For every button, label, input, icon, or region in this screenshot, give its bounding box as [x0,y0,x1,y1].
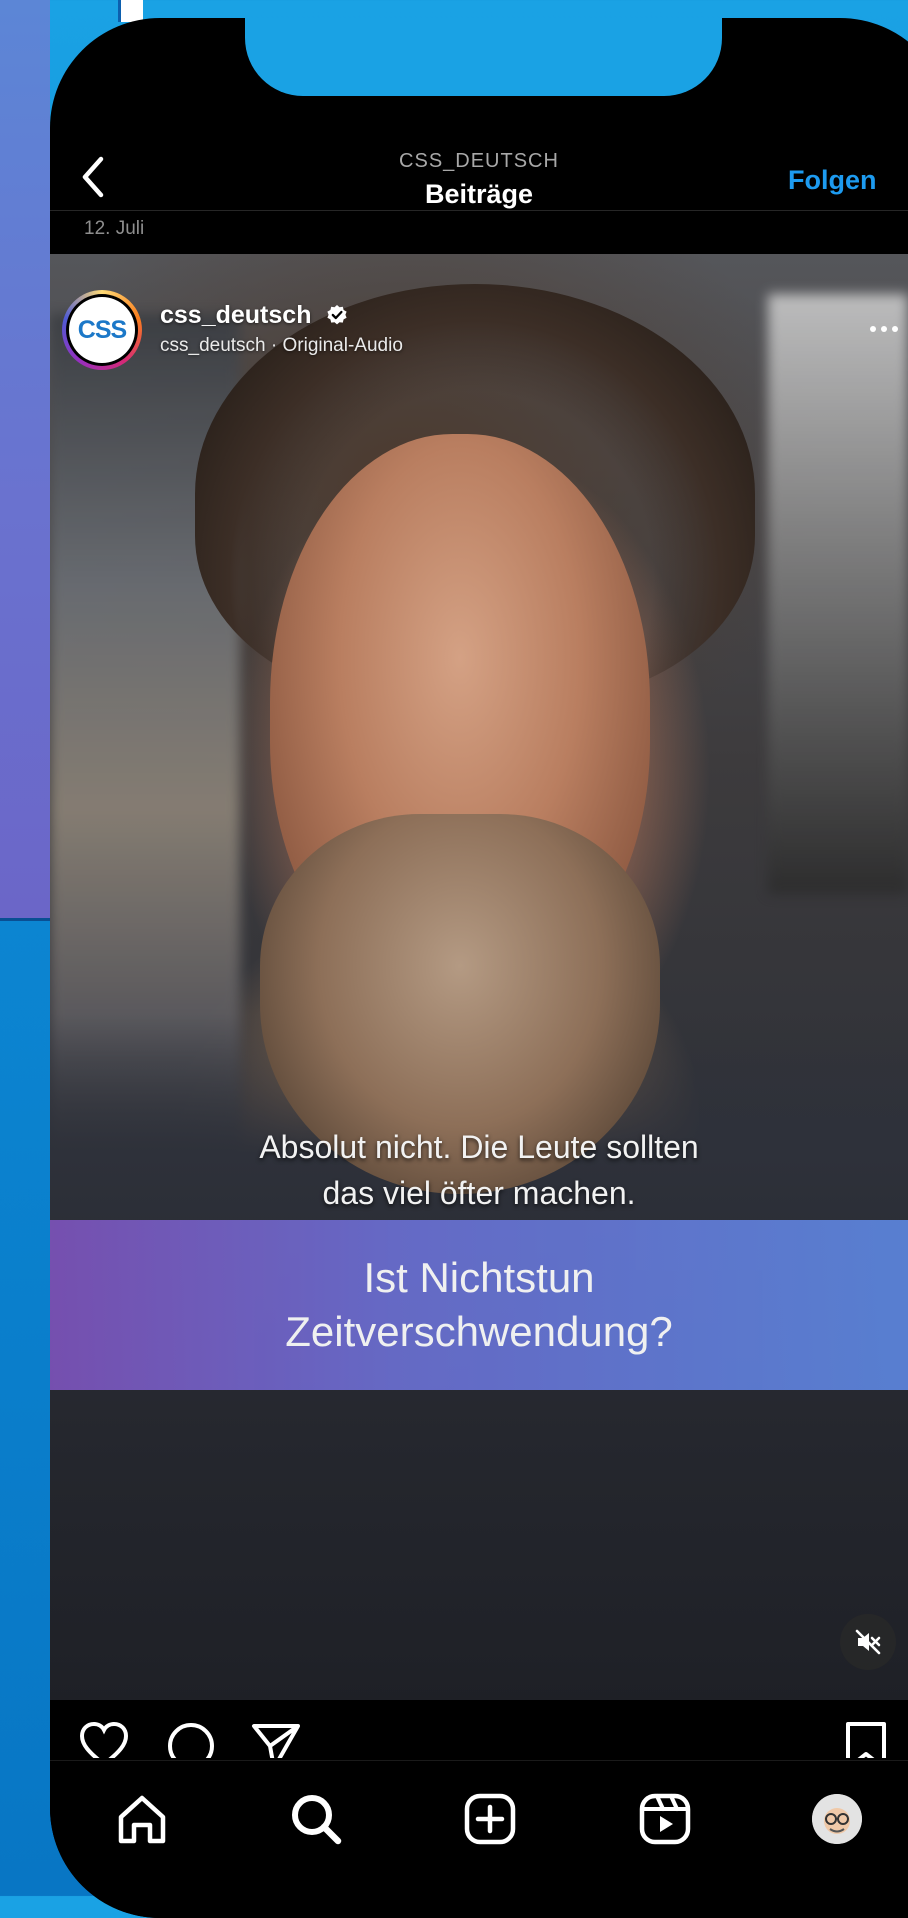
post-username[interactable]: css_deutsch [160,301,311,330]
reels-icon [639,1793,691,1845]
video-subtitle: Absolut nicht. Die Leute sollten das vie… [50,1124,908,1216]
subtitle-line-2: das viel öfter machen. [322,1175,636,1211]
subtitle-line-1: Absolut nicht. Die Leute sollten [259,1129,699,1165]
send-icon[interactable] [250,1720,302,1758]
banner-line-2: Zeitverschwendung? [285,1308,673,1355]
post-video[interactable]: CSS css_deutsch css_deutsch · Original-A… [50,254,908,1700]
nav-reels[interactable] [635,1789,695,1849]
more-options-button[interactable] [864,314,904,344]
post-author-avatar[interactable]: CSS [62,290,142,370]
header-title-block: CSS_DEUTSCH Beiträge [50,150,908,210]
nav-create[interactable] [460,1789,520,1849]
home-icon [118,1795,166,1844]
more-horizontal-icon [870,326,876,332]
memoji-icon [812,1794,862,1844]
create-icon [464,1793,516,1845]
heart-icon[interactable] [78,1720,130,1758]
question-banner: Ist Nichtstun Zeitverschwendung? [50,1220,908,1390]
background-window-edge [118,0,143,22]
bottom-navigation [50,1760,908,1918]
phone-frame: CSS_DEUTSCH Beiträge Folgen 12. Juli CSS… [50,18,908,1918]
nav-search[interactable] [286,1789,346,1849]
volume-muted-icon [855,1629,881,1655]
header-divider [50,210,908,211]
verified-badge-icon [327,305,347,325]
phone-notch [245,18,722,96]
comment-icon[interactable] [165,1720,217,1758]
bookmark-icon[interactable] [840,1720,892,1758]
post-date: 12. Juli [84,218,145,239]
page-title: Beiträge [424,179,534,209]
nav-profile[interactable] [807,1789,867,1849]
mute-toggle-button[interactable] [840,1614,896,1670]
nav-home[interactable] [112,1789,172,1849]
post-action-row [50,1708,908,1758]
banner-line-1: Ist Nichtstun [363,1254,595,1301]
video-background-right [768,294,908,894]
search-icon [292,1795,342,1845]
audio-attribution[interactable]: css_deutsch · Original-Audio [160,335,403,357]
background-panel [0,0,50,918]
background-divider [0,918,52,921]
account-handle: CSS_DEUTSCH [399,150,559,172]
profile-avatar [812,1794,862,1844]
top-header: CSS_DEUTSCH Beiträge Folgen [50,113,908,223]
follow-button[interactable]: Folgen [788,165,877,196]
css-logo: CSS [69,297,135,363]
